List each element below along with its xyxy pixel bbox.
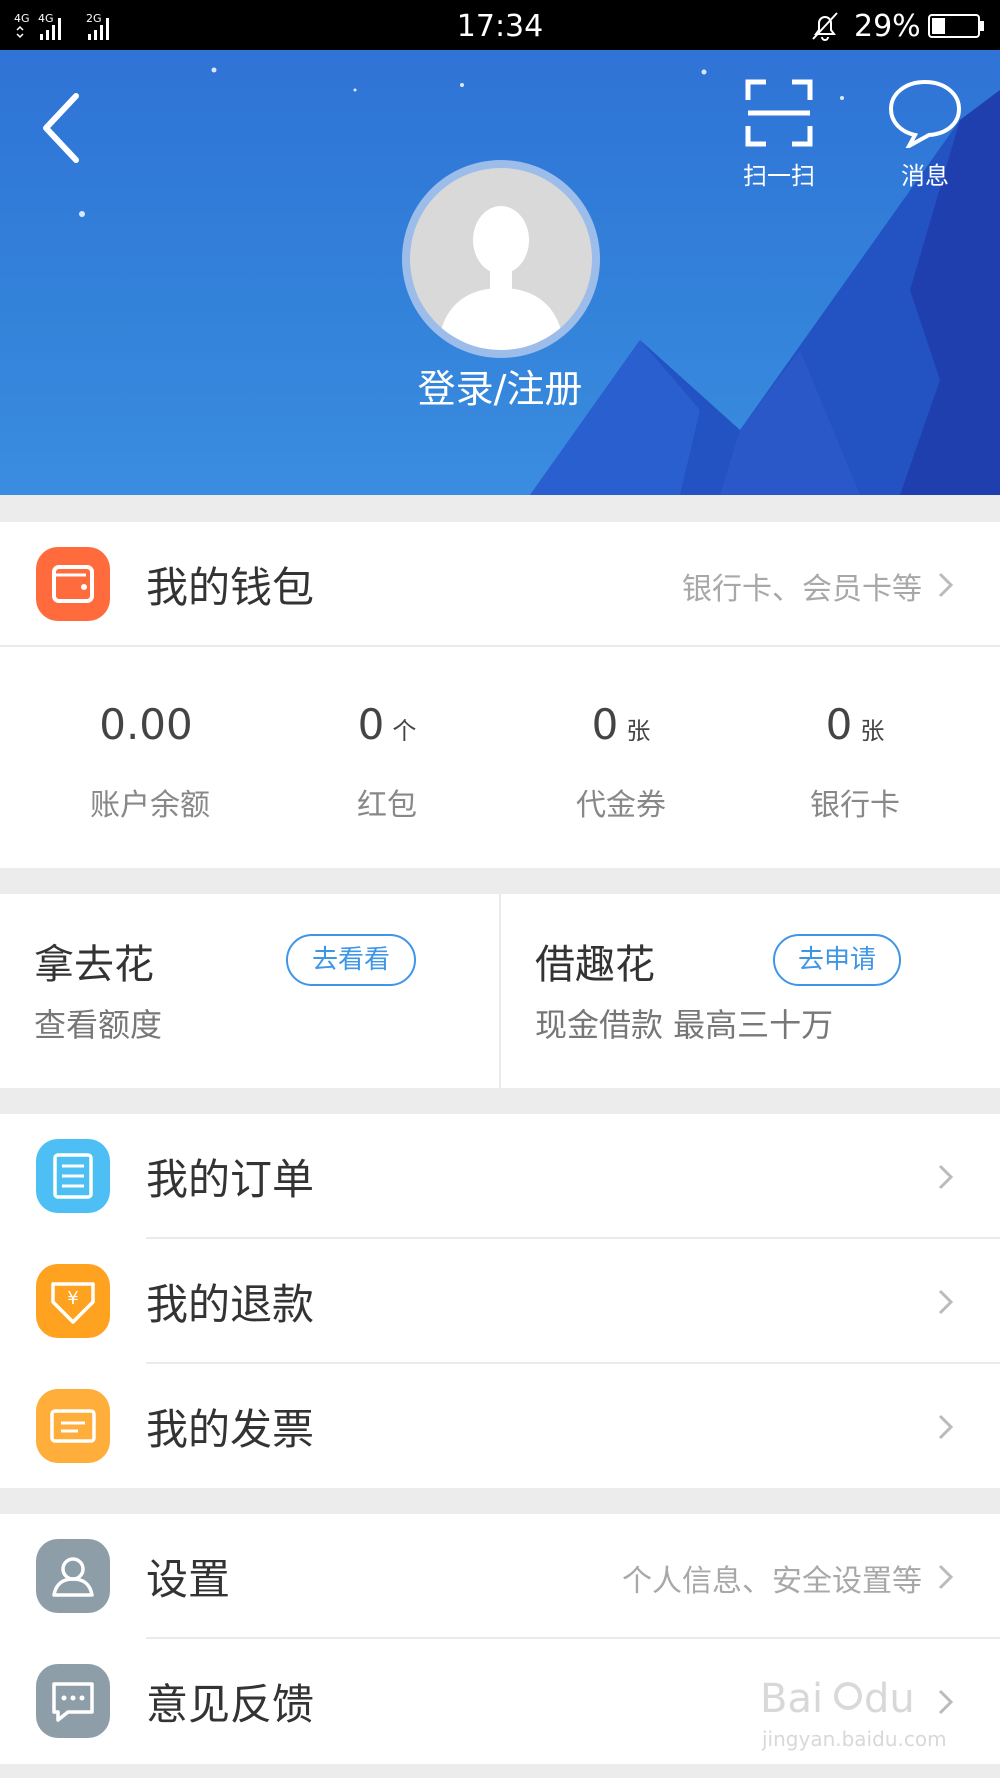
invoice-icon [36,1389,110,1463]
view-button[interactable]: 去看看 [286,934,416,986]
avatar[interactable] [402,160,600,358]
scan-icon [745,79,813,147]
stat-voucher[interactable]: 0张 代金券 [496,648,746,868]
scan-label: 扫一扫 [743,162,815,190]
chevron-right-icon [938,1289,954,1315]
back-button[interactable] [36,88,96,168]
stat-value: 0 [825,700,853,749]
chevron-right-icon [938,572,954,598]
message-button[interactable]: 消息 [870,78,980,208]
profile-screen: 4G 4G 2G 17:34 29% 扫一扫 消息 登录/注册 我的钱包 银行卡… [0,0,1000,1778]
credit-name: 拿去花 [34,942,154,988]
message-label: 消息 [901,162,949,190]
back-arrow-icon [43,93,79,163]
stat-value: 0.00 [99,700,193,749]
stat-red-packet[interactable]: 0个 红包 [262,648,512,868]
wallet-card: 我的钱包 银行卡、会员卡等 0.00 账户余额 0个 红包 0张 代金券 0张 … [0,522,1000,868]
svg-text:Bai: Bai [760,1676,823,1722]
credit-item-naquhua[interactable]: 拿去花 去看看 查看额度 [0,894,500,1088]
stat-bank-card[interactable]: 0张 银行卡 [730,648,980,868]
credit-item-jiequhua[interactable]: 借趣花 去申请 现金借款 最高三十万 [501,894,1000,1088]
wallet-row[interactable]: 我的钱包 银行卡、会员卡等 [0,522,1000,646]
credit-card: 拿去花 去看看 查看额度 借趣花 去申请 现金借款 最高三十万 [0,894,1000,1088]
profile-header: 扫一扫 消息 登录/注册 [0,50,1000,495]
stat-value: 0 [357,700,385,749]
menu-title: 我的发票 [146,1405,315,1454]
menu-item-settings[interactable]: 设置 个人信息、安全设置等 [0,1514,1000,1638]
status-bar: 4G 4G 2G 17:34 29% [0,0,1000,50]
chevron-right-icon [938,1164,954,1190]
scan-button[interactable]: 扫一扫 [724,78,834,208]
menu-title: 我的订单 [146,1155,315,1204]
divider [0,645,1000,647]
menu-item-invoices[interactable]: 我的发票 [0,1364,1000,1488]
credit-desc: 查看额度 [34,1006,163,1044]
apply-button[interactable]: 去申请 [773,934,901,986]
wallet-stats: 0.00 账户余额 0个 红包 0张 代金券 0张 银行卡 [0,648,1000,868]
baidu-jingyan-watermark: Bai du jingyan.baidu.com [760,1676,947,1751]
chat-bubble-icon [888,79,962,148]
stat-unit: 张 [626,717,651,745]
orders-card: 我的订单 ¥ 我的退款 我的发票 [0,1114,1000,1488]
chevron-right-icon [938,1414,954,1440]
battery-percent: 29% [854,9,921,44]
credit-desc: 现金借款 最高三十万 [535,1006,834,1044]
stat-label: 代金券 [576,788,666,823]
stat-label: 银行卡 [810,788,900,823]
refund-yen-icon: ¥ [36,1264,110,1338]
menu-item-refunds[interactable]: ¥ 我的退款 [0,1239,1000,1363]
stat-balance[interactable]: 0.00 账户余额 [25,648,275,868]
stat-value: 0 [591,700,619,749]
menu-item-orders[interactable]: 我的订单 [0,1114,1000,1238]
svg-text:jingyan.baidu.com: jingyan.baidu.com [761,1727,947,1751]
stat-label: 账户余额 [90,788,210,823]
settings-subtitle: 个人信息、安全设置等 [622,1564,922,1599]
stat-label: 红包 [357,788,417,823]
chevron-right-icon [938,1564,954,1590]
wallet-icon [36,547,110,621]
credit-name: 借趣花 [535,942,655,988]
feedback-chat-icon [36,1664,110,1738]
order-list-icon [36,1139,110,1213]
wallet-subtitle: 银行卡、会员卡等 [682,572,922,607]
menu-title: 设置 [146,1555,231,1604]
svg-text:du: du [864,1676,915,1722]
svg-text:¥: ¥ [67,1288,78,1309]
menu-title: 意见反馈 [146,1680,315,1729]
login-register-link[interactable]: 登录/注册 [0,358,1000,413]
bell-muted-icon [812,12,838,41]
menu-title: 我的退款 [146,1280,315,1329]
status-time: 17:34 [456,9,544,44]
battery-icon [928,14,984,38]
user-silhouette-icon [438,206,564,350]
stat-unit: 个 [392,717,417,745]
user-settings-icon [36,1539,110,1613]
stat-unit: 张 [860,717,885,745]
wallet-title: 我的钱包 [146,563,315,612]
